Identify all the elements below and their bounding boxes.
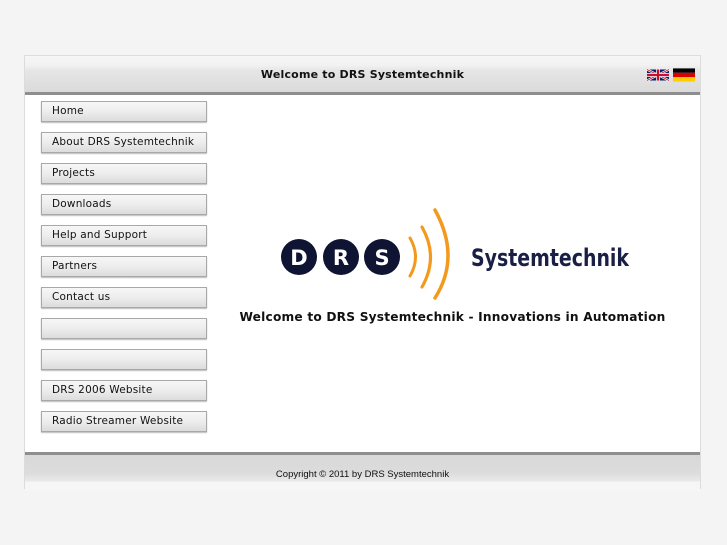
uk-flag-icon[interactable]	[647, 68, 669, 82]
german-flag-icon[interactable]	[673, 68, 695, 82]
nav-item-downloads[interactable]: Downloads	[41, 194, 207, 215]
header-bar: Welcome to DRS Systemtechnik	[25, 56, 700, 95]
logo-wordmark: Systemtechnik	[471, 244, 630, 272]
nav-item-home[interactable]: Home	[41, 101, 207, 122]
nav-item-about[interactable]: About DRS Systemtechnik	[41, 132, 207, 153]
nav-item-partners[interactable]: Partners	[41, 256, 207, 277]
sidebar-nav: Home About DRS Systemtechnik Projects Do…	[41, 101, 207, 442]
nav-item-projects[interactable]: Projects	[41, 163, 207, 184]
logo-letter-r: R	[323, 239, 359, 275]
nav-item-drs-2006[interactable]: DRS 2006 Website	[41, 380, 207, 401]
logo-letter-s: S	[364, 239, 400, 275]
svg-text:R: R	[333, 246, 349, 270]
drs-logo: D R S Systemtechnik	[281, 208, 630, 300]
logo-letter-d: D	[281, 239, 317, 275]
nav-item-radio-streamer[interactable]: Radio Streamer Website	[41, 411, 207, 432]
welcome-tagline: Welcome to DRS Systemtechnik - Innovatio…	[239, 310, 666, 324]
nav-item-empty-1[interactable]	[41, 318, 207, 339]
page-title: Welcome to DRS Systemtechnik	[260, 68, 465, 81]
copyright-text: Copyright © 2011 by DRS Systemtechnik	[275, 469, 450, 480]
language-switcher	[647, 68, 695, 82]
nav-item-empty-2[interactable]	[41, 349, 207, 370]
nav-item-help-support[interactable]: Help and Support	[41, 225, 207, 246]
svg-text:D: D	[290, 246, 307, 270]
page-frame: Welcome to DRS Systemtechnik Home About …	[24, 55, 701, 491]
footer-bar: Copyright © 2011 by DRS Systemtechnik	[25, 452, 700, 491]
nav-item-contact[interactable]: Contact us	[41, 287, 207, 308]
svg-text:S: S	[374, 246, 389, 270]
signal-waves-icon	[408, 208, 450, 300]
